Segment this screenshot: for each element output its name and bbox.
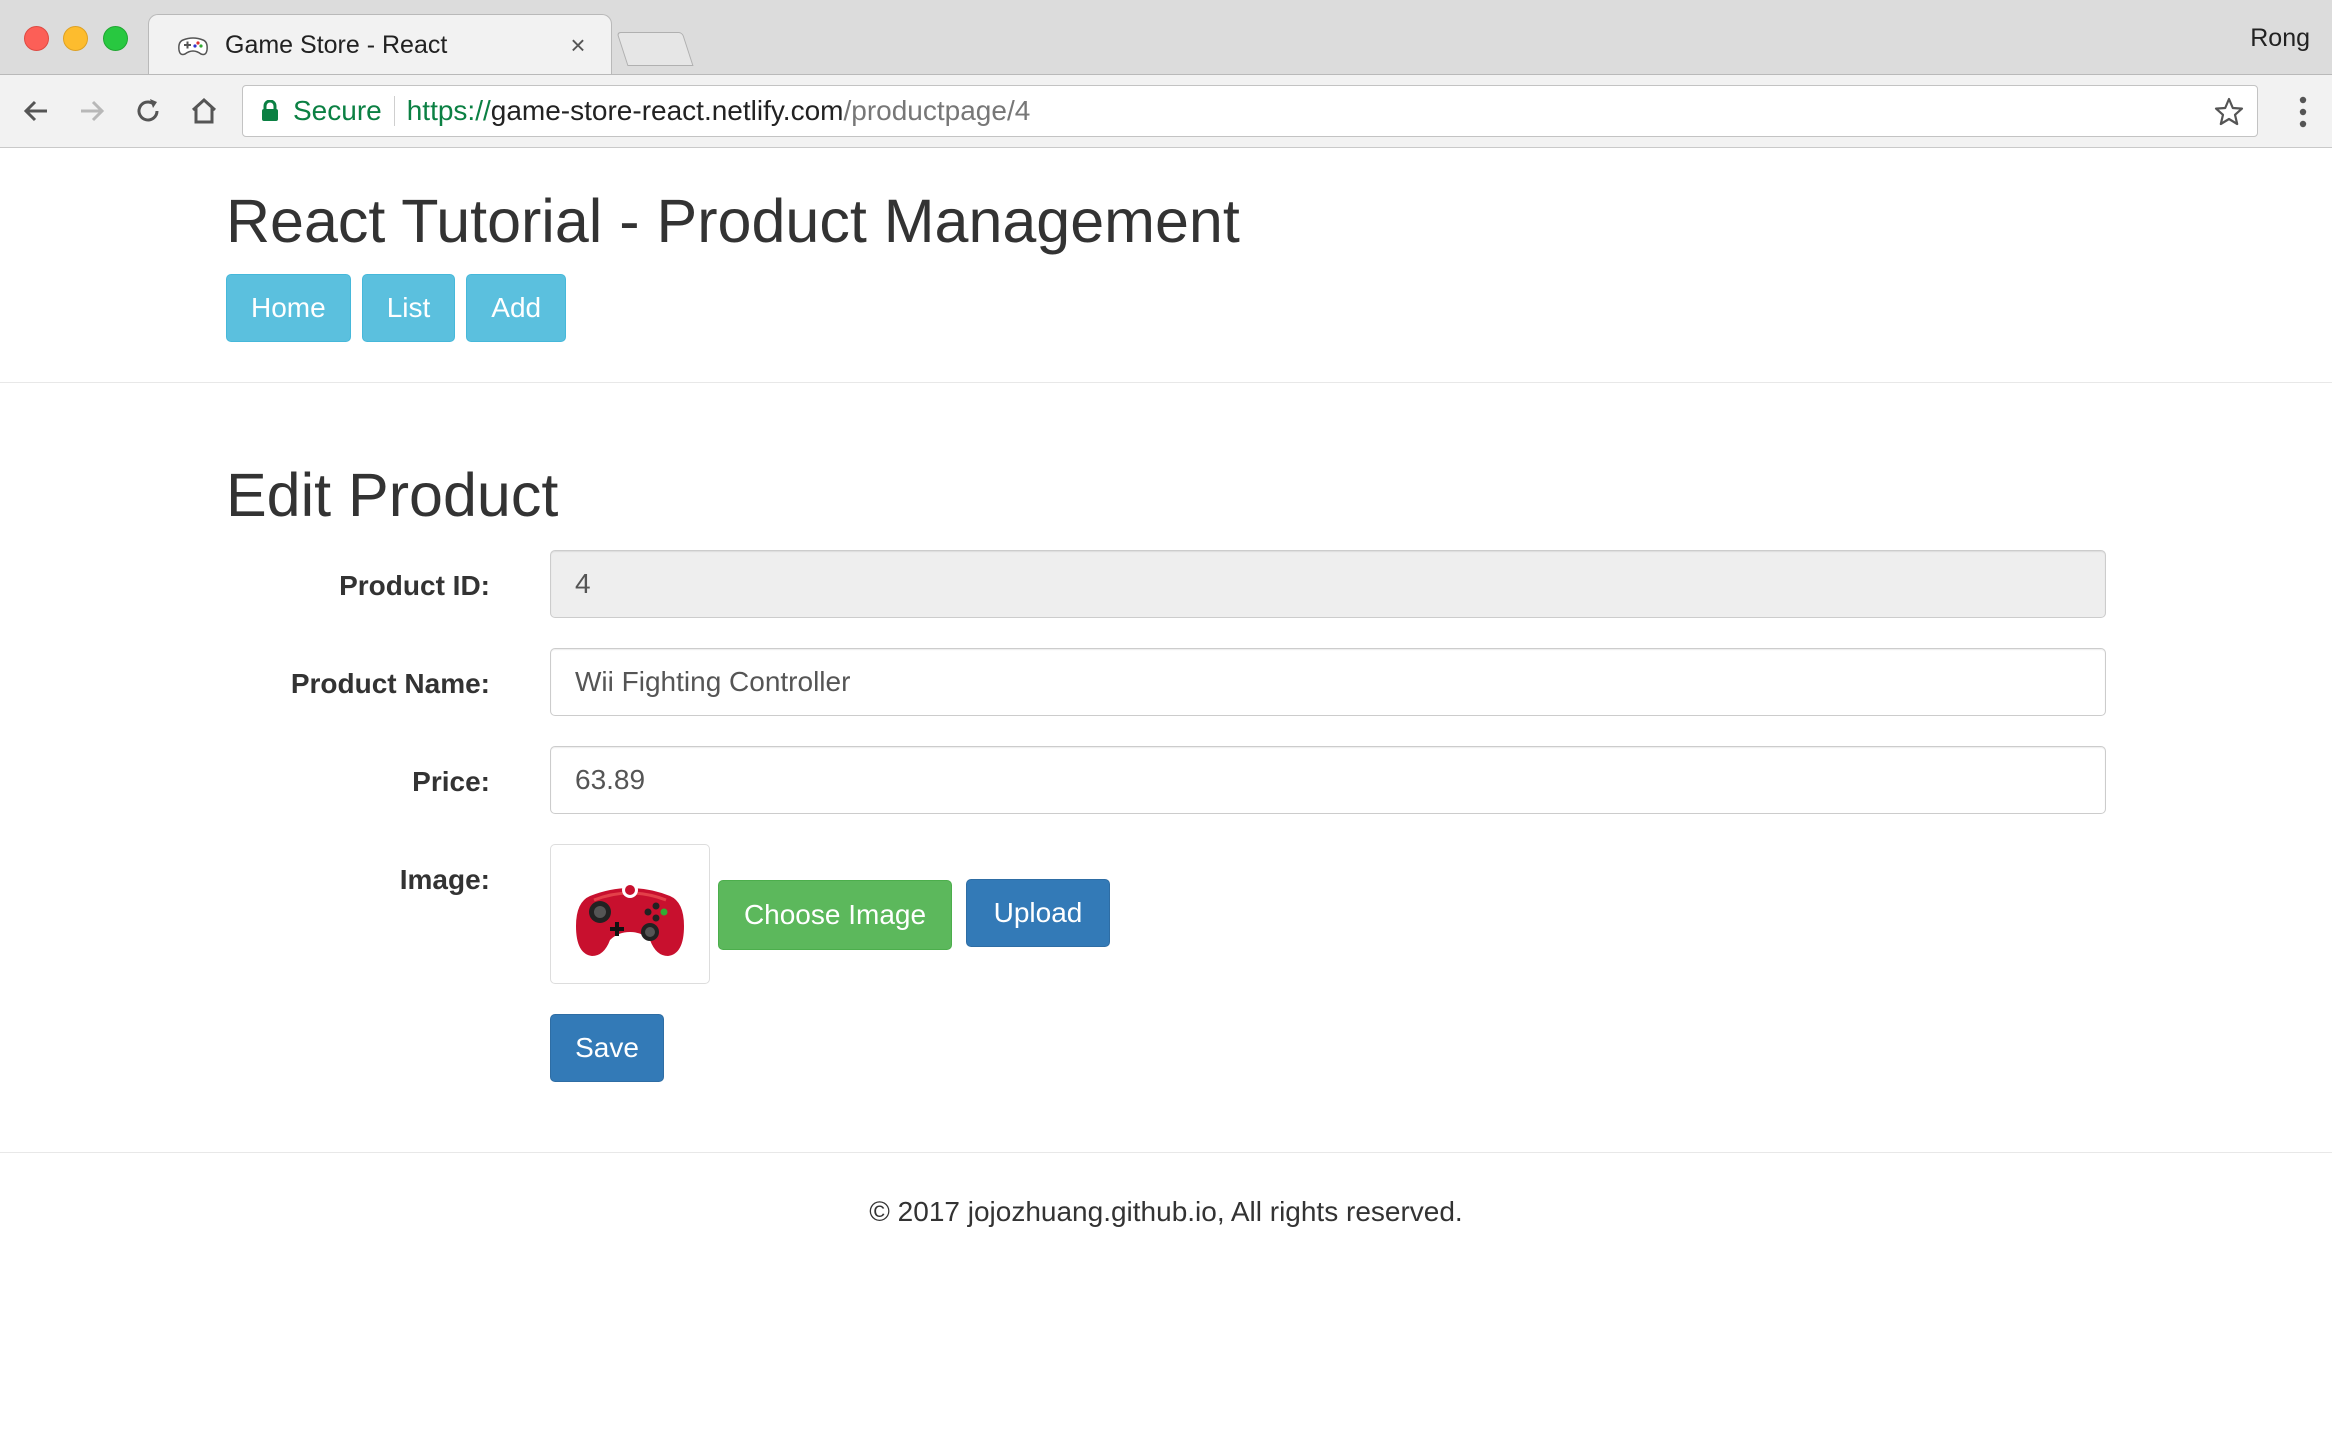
browser-tab-active[interactable]: Game Store - React × (148, 14, 612, 76)
save-button[interactable]: Save (550, 1014, 664, 1082)
browser-tabstrip: Game Store - React × Rong (0, 0, 2332, 76)
home-icon[interactable] (184, 91, 224, 131)
lock-icon (262, 100, 278, 121)
page-content: React Tutorial - Product Management Home… (0, 148, 2332, 1434)
main-nav: Home List Add (226, 274, 577, 342)
url-path: /productpage/4 (843, 95, 1031, 126)
browser-toolbar: Secure https://game-store-react.netlify.… (0, 74, 2332, 148)
star-icon[interactable] (2213, 96, 2245, 128)
profile-name[interactable]: Rong (2250, 24, 2310, 53)
tab-title: Game Store - React (225, 31, 448, 59)
menu-icon[interactable] (2298, 95, 2308, 129)
window-minimize-button[interactable] (63, 26, 88, 51)
url-scheme: https:// (406, 95, 491, 126)
back-icon[interactable] (16, 91, 56, 131)
controller-image (576, 867, 684, 956)
nav-list-button[interactable]: List (361, 274, 456, 342)
url-host: game-store-react.netlify.com (490, 95, 844, 126)
upload-button[interactable]: Upload (966, 879, 1110, 947)
product-id-field: 4 (550, 550, 2106, 618)
nav-add-button[interactable]: Add (466, 274, 567, 342)
nav-home-button[interactable]: Home (226, 274, 351, 342)
page-title: Edit Product (226, 461, 559, 529)
window-maximize-button[interactable] (103, 26, 128, 51)
product-id-label: Product ID: (339, 570, 490, 601)
footer-divider (0, 1152, 2332, 1153)
secure-label: Secure (293, 95, 382, 126)
site-title: React Tutorial - Product Management (226, 187, 1240, 255)
image-label: Image: (399, 864, 490, 895)
gamepad-favicon-icon (178, 36, 208, 55)
new-tab-button[interactable] (616, 32, 694, 66)
address-bar[interactable]: Secure https://game-store-react.netlify.… (242, 85, 2258, 137)
product-name-field[interactable]: Wii Fighting Controller (550, 648, 2106, 716)
close-icon[interactable]: × (563, 30, 593, 61)
product-name-label: Product Name: (290, 668, 490, 699)
header-divider (0, 382, 2332, 383)
footer-text: © 2017 jojozhuang.github.io, All rights … (869, 1196, 1463, 1227)
window-close-button[interactable] (24, 26, 49, 51)
price-label: Price: (412, 766, 490, 797)
product-image-thumbnail (550, 844, 710, 984)
price-field[interactable]: 63.89 (550, 746, 2106, 814)
omnibox-divider (393, 96, 395, 126)
forward-icon[interactable] (72, 91, 112, 131)
reload-icon[interactable] (128, 91, 168, 131)
choose-image-button[interactable]: Choose Image (718, 880, 952, 950)
